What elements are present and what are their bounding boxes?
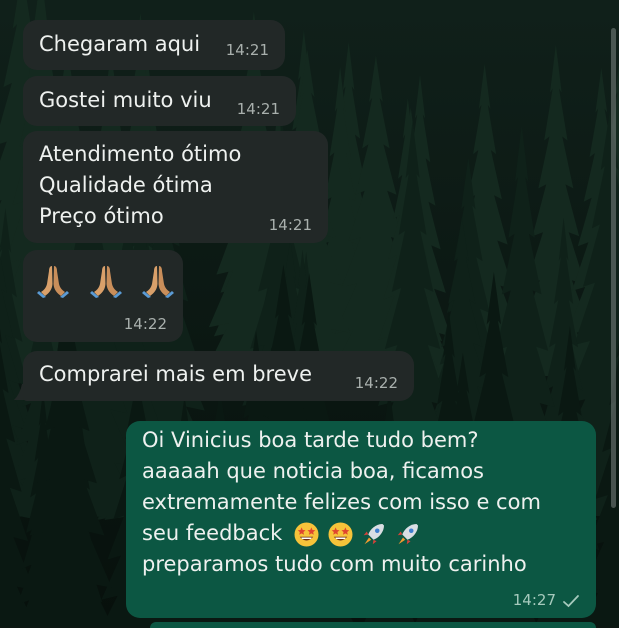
message-line: Atendimento ótimo [39,142,242,166]
message-line: aaaaah que noticia boa, ficamos [142,459,484,483]
outgoing-message[interactable]: Oi Vinicius boa tarde tudo bem? aaaaah q… [126,421,596,618]
message-time: 14:21 [225,41,269,59]
message-line: Preço ótimo [39,204,164,228]
rocket-icon [397,523,419,544]
message-time: 14:22 [123,315,167,333]
message-time: 14:22 [354,374,398,392]
rocket-icon [364,523,385,544]
incoming-message[interactable]: 14:22 [23,250,183,342]
message-line: Oi Vinicius boa tarde tudo bem? [142,428,479,452]
emoji-row [35,262,176,298]
message-line-with-emoji: seu feedback [142,518,541,549]
praying-hands-icon [89,266,122,298]
incoming-message[interactable]: Chegaram aqui 14:21 [23,20,285,70]
message-text: Comprarei mais em breve [39,362,312,386]
star-struck-face-icon [294,522,319,546]
scrollbar[interactable] [611,28,616,508]
incoming-message[interactable]: Comprarei mais em breve 14:22 [23,351,414,401]
chat-area[interactable]: Chegaram aqui 14:21 Gostei muito viu 14:… [0,0,619,628]
message-text: seu feedback [142,521,283,545]
next-message-edge [150,622,596,628]
message-time: 14:27 [512,591,556,609]
praying-hands-icon [37,266,69,298]
praying-hands-icon [142,266,175,298]
message-time: 14:21 [268,216,312,234]
incoming-message[interactable]: Atendimento ótimo Qualidade ótima Preço … [23,131,328,243]
star-struck-face-icon [328,522,353,546]
incoming-message[interactable]: Gostei muito viu 14:21 [23,76,296,126]
message-text: Chegaram aqui [39,32,201,56]
message-line: Qualidade ótima [39,173,213,197]
message-line: preparamos tudo com muito carinho [142,552,527,576]
message-text: Gostei muito viu [39,88,212,112]
message-line: extremamente felizes com isso e com [142,490,541,514]
message-time: 14:21 [236,100,280,118]
sent-check-icon [563,595,579,608]
